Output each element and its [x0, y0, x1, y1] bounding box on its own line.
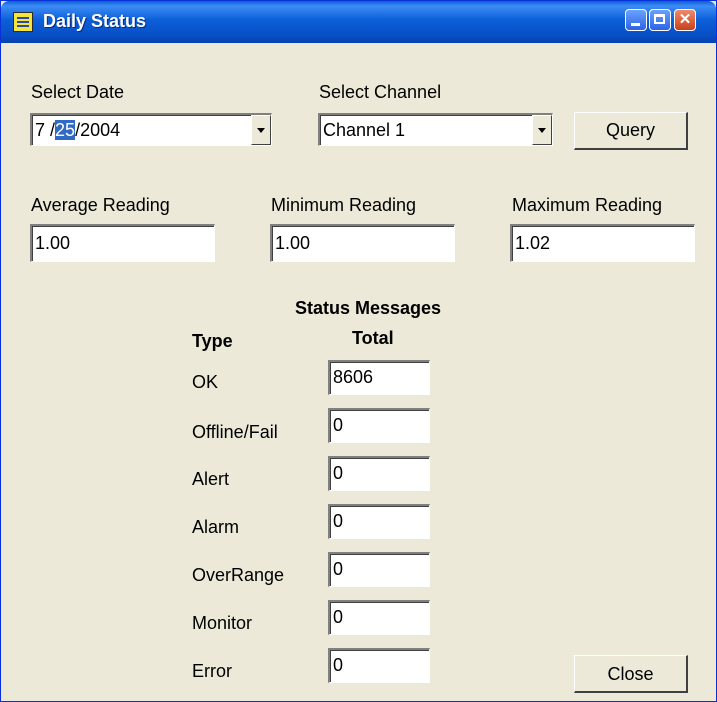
query-button[interactable]: Query [574, 112, 688, 150]
minimum-reading-field[interactable]: 1.00 [270, 224, 455, 262]
status-type-label: OK [192, 372, 219, 392]
status-total-field[interactable]: 0 [328, 600, 430, 635]
app-icon [13, 12, 33, 32]
status-type-label: Error [192, 661, 232, 681]
channel-dropdown-button[interactable] [532, 115, 552, 145]
status-messages-heading: Status Messages [295, 298, 442, 318]
status-total: 0 [328, 552, 430, 587]
total-column-header: Total [352, 328, 394, 348]
minimum-reading-label: Minimum Reading [271, 195, 417, 215]
date-dropdown-button[interactable] [251, 115, 271, 145]
date-rest: /2004 [75, 120, 121, 140]
status-total-field[interactable]: 0 [328, 408, 430, 443]
status-total: 0 [328, 648, 430, 683]
maximize-button[interactable] [649, 9, 671, 31]
status-total: 0 [328, 600, 430, 635]
status-total-field[interactable]: 0 [328, 504, 430, 539]
maximum-reading-label: Maximum Reading [512, 195, 663, 215]
daily-status-window: Daily Status ✕ Select Date 7 /25/2004 Se… [0, 0, 717, 702]
average-reading-field[interactable]: 1.00 [30, 224, 215, 262]
status-total: 0 [328, 408, 430, 443]
status-total: 8606 [328, 360, 430, 395]
type-column-header: Type [192, 331, 233, 351]
date-picker[interactable]: 7 /25/2004 [30, 113, 272, 146]
maximum-reading-field[interactable]: 1.02 [510, 224, 695, 262]
date-day-selected[interactable]: 25 [55, 120, 76, 140]
status-total: 0 [328, 504, 430, 539]
status-type-label: Alarm [192, 517, 240, 537]
channel-select[interactable]: Channel 1 [318, 113, 553, 146]
status-total-field[interactable]: 0 [328, 456, 430, 491]
status-total-field[interactable]: 0 [328, 648, 430, 683]
select-date-label: Select Date [31, 82, 125, 102]
window-title: Daily Status [43, 11, 147, 31]
status-total-field[interactable]: 0 [328, 552, 430, 587]
channel-value: Channel 1 [323, 120, 406, 140]
status-type-label: Monitor [192, 613, 253, 633]
close-button[interactable]: Close [574, 655, 688, 693]
status-total: 0 [328, 456, 430, 491]
status-type-label: Offline/Fail [192, 422, 278, 442]
status-type-label: Alert [192, 469, 230, 489]
title-bar[interactable]: Daily Status ✕ [1, 1, 716, 43]
select-channel-label: Select Channel [319, 82, 442, 102]
status-type-label: OverRange [192, 565, 285, 585]
close-window-button[interactable]: ✕ [674, 9, 696, 31]
date-separator: / [45, 120, 56, 140]
status-total-field[interactable]: 8606 [328, 360, 430, 395]
date-month: 7 [35, 120, 46, 140]
minimize-button[interactable] [625, 9, 647, 31]
average-reading-label: Average Reading [31, 195, 170, 215]
